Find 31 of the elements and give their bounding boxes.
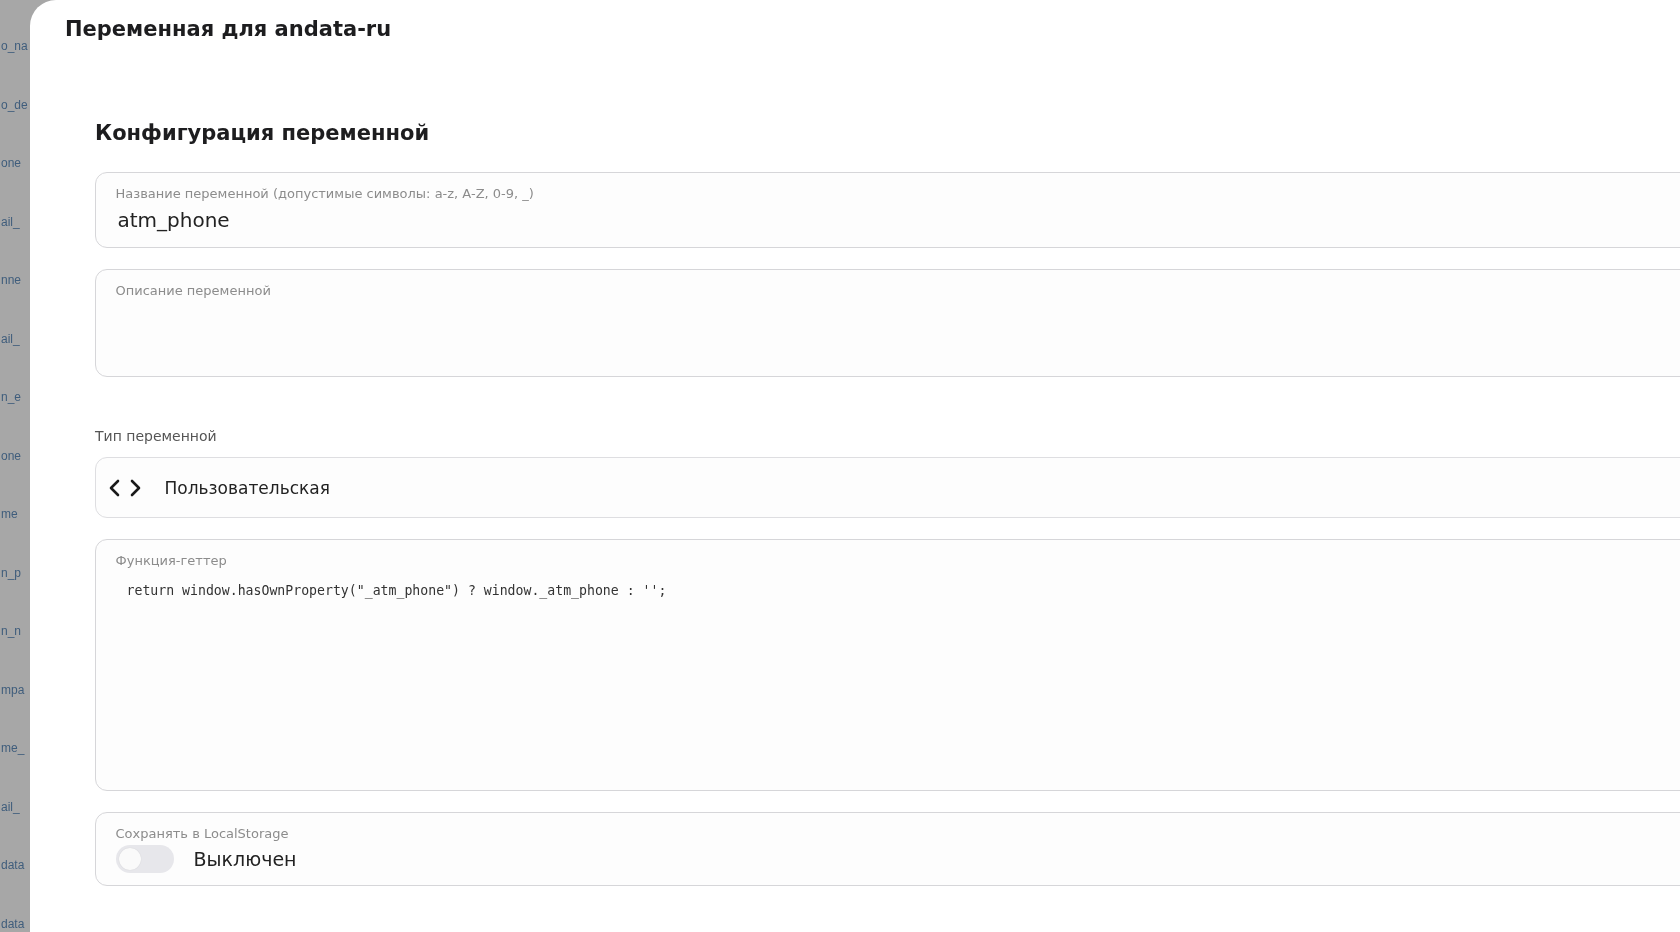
list-item-text: me	[0, 507, 18, 521]
field-label: Описание переменной	[115, 283, 271, 299]
list-item-text: nne	[0, 273, 22, 287]
text-input-field[interactable]: Название переменной (допустимые символы: a-z, A-Z, 0-9, _) atm_phone	[95, 172, 1680, 248]
field-label: Название переменной (допустимые символы: a-z, A-Z, 0-9, _)	[115, 186, 534, 202]
field-label: Тип переменной	[95, 427, 217, 445]
list-item-text: one	[0, 448, 22, 463]
type-select[interactable]: Пользовательская	[95, 457, 1680, 518]
code-editor[interactable]: Функция-геттер return window.hasOwnProperty("_atm_phone") ? window._atm_phone : '';	[95, 539, 1680, 791]
code-line: return window.hasOwnProperty("_atm_phone") ? window._atm_phone : '';	[125, 583, 667, 599]
list-item-text: o_na	[0, 39, 28, 53]
list-item-text: data	[0, 916, 25, 931]
code-icon	[108, 478, 141, 497]
list-item-text: n_n	[0, 624, 22, 638]
toggle-switch[interactable]	[115, 845, 174, 873]
list-item-text: n_e	[0, 390, 22, 404]
list-item-text: o_de	[0, 97, 28, 112]
list-item-text: ail_	[0, 331, 20, 346]
list-item-text: one	[0, 156, 22, 170]
list-item-text: ail_	[0, 214, 20, 229]
field-label: Сохранять в LocalStorage	[115, 826, 289, 842]
list-item-text: mpa	[0, 682, 25, 697]
list-item-text: data	[0, 858, 25, 872]
toggle-status-text: Выключен	[193, 847, 297, 871]
panel-title: Переменная для andata-ru	[65, 16, 392, 42]
field-label: Функция-геттер	[115, 553, 227, 569]
section-heading: Конфигурация переменной	[95, 120, 430, 146]
list-item-text: me_	[0, 741, 25, 755]
list-item-text: n_p	[0, 565, 22, 580]
list-item-text: ail_	[0, 799, 20, 814]
input-value: atm_phone	[116, 208, 230, 232]
